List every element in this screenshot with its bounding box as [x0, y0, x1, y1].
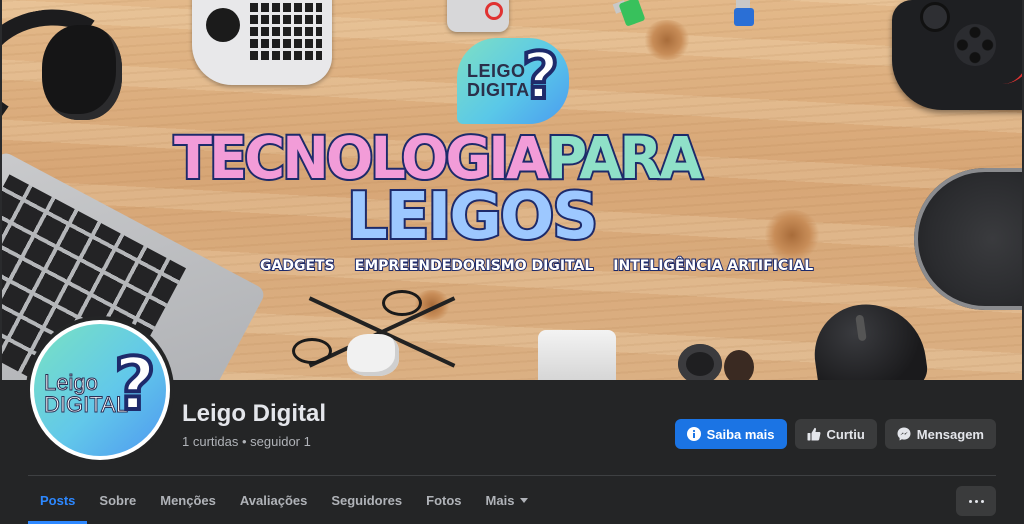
page-tabs: Posts Sobre Menções Avaliações Seguidore… [28, 476, 540, 524]
cover-tags: GADGETS EMPREENDEDORISMO DIGITAL INTELIG… [259, 257, 814, 275]
cover-photo[interactable]: LEIGO DIGITAL ? TECNOLOGIAPARA LEIGOS GAD… [0, 0, 1024, 380]
learn-more-label: Saiba mais [706, 426, 775, 442]
tab-label: Avaliações [239, 492, 308, 508]
tab-label: Mais [485, 492, 515, 508]
ellipsis-icon [968, 499, 972, 503]
question-mark-icon: ? [520, 38, 561, 116]
profile-avatar[interactable]: Leigo DIGITAL ? [30, 320, 170, 460]
earbuds-image [678, 340, 758, 380]
info-icon [686, 427, 701, 441]
mini-keyboard-image [192, 0, 332, 85]
tab-label: Fotos [426, 492, 462, 508]
wood-knot [762, 210, 822, 260]
usb-drive-image [730, 0, 756, 28]
page-title[interactable]: Leigo Digital [182, 400, 326, 428]
tab-label: Sobre [99, 492, 137, 508]
messenger-icon [897, 427, 911, 441]
cover-logo: LEIGO DIGITAL ? [457, 38, 569, 124]
tab-posts[interactable]: Posts [28, 476, 88, 524]
message-label: Mensagem [916, 426, 984, 442]
cover-tag: GADGETS [259, 257, 336, 275]
tab-label: Posts [40, 492, 76, 508]
cover-headline-line2: LEIGOS [345, 180, 600, 254]
tab-mentions[interactable]: Menções [148, 476, 228, 524]
thumbs-up-icon [807, 427, 821, 441]
wood-knot [642, 20, 692, 60]
cover-tag: EMPREENDEDORISMO DIGITAL [354, 257, 595, 275]
liked-label: Curtiu [826, 426, 865, 442]
wireless-charger-image [914, 168, 1022, 310]
mouse-image [808, 296, 930, 380]
tab-label: Seguidores [331, 492, 403, 508]
tab-more[interactable]: Mais [474, 476, 541, 524]
caret-down-icon [520, 497, 529, 503]
question-mark-icon: ? [112, 340, 158, 428]
action-buttons: Saiba mais Curtiu Mensagem [674, 419, 996, 449]
more-options-button[interactable] [956, 486, 996, 516]
tab-photos[interactable]: Fotos [414, 476, 473, 524]
cover-headline: TECNOLOGIAPARA [172, 126, 836, 190]
message-button[interactable]: Mensagem [884, 419, 996, 449]
cover-logo-line1: LEIGO [467, 61, 526, 81]
gamepad-image [892, 0, 1022, 110]
drone-image [292, 290, 472, 380]
power-bank-image [538, 330, 616, 380]
learn-more-button[interactable]: Saiba mais [674, 419, 787, 449]
headphones-image [2, 0, 162, 143]
cover-tag: INTELIGÊNCIA ARTIFICIAL [612, 257, 814, 275]
tab-followers[interactable]: Seguidores [319, 476, 414, 524]
phone-image [447, 0, 509, 32]
usb-drive-image [612, 0, 646, 28]
tab-reviews[interactable]: Avaliações [228, 476, 319, 524]
tab-label: Menções [160, 492, 216, 508]
liked-button[interactable]: Curtiu [794, 419, 877, 449]
page-stats[interactable]: 1 curtidas • seguidor 1 [182, 434, 311, 449]
tab-about[interactable]: Sobre [87, 476, 148, 524]
